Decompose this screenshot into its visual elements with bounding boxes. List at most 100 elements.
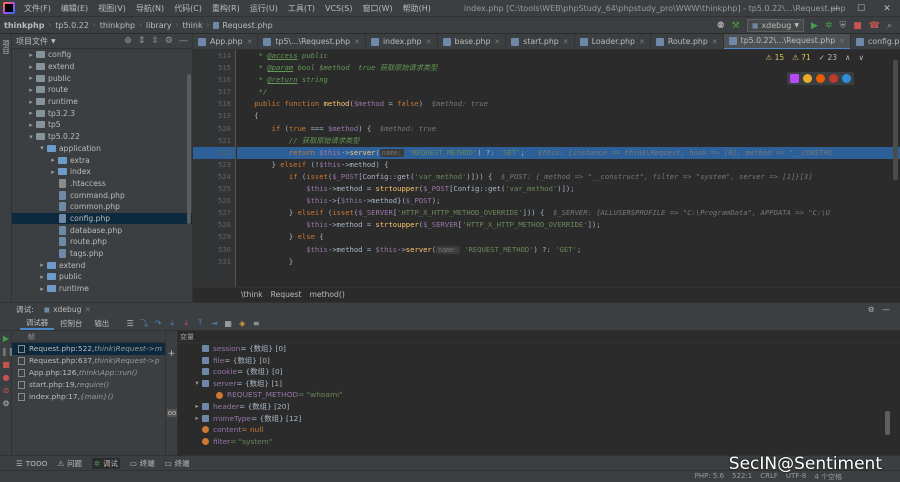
force-step-into-icon[interactable]: ⤓	[180, 318, 192, 329]
tree-item[interactable]: ▾ application	[12, 143, 192, 155]
code-line[interactable]: }	[237, 256, 900, 268]
code-crumb-class[interactable]: Request	[271, 290, 302, 299]
run-icon[interactable]: ▶	[811, 21, 818, 31]
chevron-icon[interactable]: ▸	[27, 86, 35, 94]
step-into-icon[interactable]: ⤓	[166, 318, 178, 329]
variable-row[interactable]: filter = "system"	[192, 436, 900, 448]
step-over-icon[interactable]: ↷	[152, 318, 164, 329]
code-line[interactable]: public function method($method = false) …	[237, 98, 900, 110]
close-tab-icon[interactable]: ✕	[494, 38, 500, 46]
line-number[interactable]: 520	[193, 123, 235, 135]
tree-item[interactable]: config.php	[12, 212, 192, 225]
chevron-up-icon[interactable]: ∧	[845, 53, 851, 62]
chevron-icon[interactable]: ▸	[49, 168, 57, 176]
stack-frame[interactable]: index.php:17, {main}()	[12, 391, 165, 403]
tree-item[interactable]: ▾ tp5.0.22	[12, 131, 192, 143]
coverage-icon[interactable]: ⛨	[839, 21, 846, 31]
close-tab-icon[interactable]: ✕	[247, 38, 253, 46]
line-number[interactable]: 518	[193, 98, 235, 110]
code-crumb-namespace[interactable]: \think	[241, 290, 263, 299]
close-tab-icon[interactable]: ✕	[426, 38, 432, 46]
line-number[interactable]: 527	[193, 207, 235, 219]
gear-icon[interactable]: ⚙	[1, 399, 11, 409]
code-line[interactable]: $this->method = $this->server(name: 'REQ…	[237, 244, 900, 256]
watch-icon[interactable]: ◈	[236, 318, 248, 329]
hide-icon[interactable]: —	[882, 305, 890, 314]
menu-view[interactable]: 视图(V)	[93, 3, 131, 14]
opera-icon[interactable]	[829, 74, 838, 83]
code-crumb-method[interactable]: method()	[310, 290, 345, 299]
object-view-icon[interactable]: oo	[167, 409, 177, 417]
line-number[interactable]: 516	[193, 74, 235, 86]
tree-item[interactable]: ▸ tp3.2.3	[12, 107, 192, 119]
variable-row[interactable]: ▸ mimeType = {数组} [12]	[192, 413, 900, 425]
line-number[interactable]: 530	[193, 244, 235, 256]
close-window-icon[interactable]: ✕	[874, 0, 900, 17]
code-line[interactable]: } else {	[237, 231, 900, 243]
editor-tab[interactable]: tp5.0.22\...\Request.php ✕	[723, 34, 852, 49]
line-number[interactable]: 519	[193, 110, 235, 122]
stack-frame[interactable]: Request.php:522, think\Request->m	[12, 343, 165, 355]
tree-item[interactable]: ▸ public	[12, 271, 192, 283]
code-line[interactable]: // 获取原始请求类型	[237, 135, 900, 147]
chevron-icon[interactable]: ▸	[27, 121, 35, 129]
code-line[interactable]: $this->{$this->method}($_POST);	[237, 195, 900, 207]
expand-icon[interactable]: ▸	[192, 401, 202, 413]
close-tab-icon[interactable]: ✕	[712, 38, 718, 46]
chevron-down-icon[interactable]: ∨	[859, 53, 865, 62]
settings-list-icon[interactable]: ≡	[250, 318, 262, 329]
line-number[interactable]: 529	[193, 231, 235, 243]
expand-icon[interactable]: ▾	[192, 378, 202, 390]
pause-icon[interactable]: ❚❚	[1, 347, 14, 357]
tree-item[interactable]: database.php	[12, 224, 192, 236]
tree-item[interactable]: ▸ extend	[12, 259, 192, 271]
menu-vcs[interactable]: VCS(S)	[320, 4, 357, 13]
mute-breakpoints-icon[interactable]: ⊘	[1, 386, 11, 396]
tool-debug[interactable]: ✲ 调试	[91, 457, 120, 469]
search-icon[interactable]: ⌕	[887, 21, 892, 31]
step-out-icon[interactable]: ⤒	[194, 318, 206, 329]
chevron-icon[interactable]: ▸	[27, 63, 35, 71]
tree-item[interactable]: ▸ runtime	[12, 96, 192, 108]
tree-item[interactable]: ▸ route	[12, 84, 192, 96]
editor-tab[interactable]: start.php ✕	[506, 34, 575, 49]
code-line[interactable]: if (isset($_POST[Config::get('var_method…	[237, 171, 900, 183]
stop-icon[interactable]: ■	[853, 21, 862, 31]
menu-file[interactable]: 文件(F)	[19, 3, 56, 14]
tool-todo[interactable]: ☰ TODO	[16, 459, 47, 468]
code-line[interactable]: return $this->server(name: 'REQUEST_METH…	[237, 146, 900, 159]
tree-item[interactable]: ▸ public	[12, 72, 192, 84]
breadcrumb-tp5[interactable]: tp5.0.22	[51, 21, 93, 30]
tree-item[interactable]: ▸ extra	[12, 154, 192, 166]
menu-edit[interactable]: 编辑(E)	[56, 3, 93, 14]
close-tab-icon[interactable]: ✕	[839, 37, 845, 45]
breadcrumb-thinkphp[interactable]: thinkphp	[96, 21, 139, 30]
tree-item[interactable]: ▸ extend	[12, 61, 192, 73]
breadcrumb-library[interactable]: library	[142, 21, 176, 30]
firefox-icon[interactable]	[816, 74, 825, 83]
expand-all-icon[interactable]: ⇕	[138, 36, 146, 46]
php-version[interactable]: PHP: 5.6	[695, 472, 724, 482]
stop-icon[interactable]: ■	[1, 360, 11, 370]
tool-terminal[interactable]: ▭ 终端	[130, 458, 155, 469]
close-tab-icon[interactable]: ✕	[639, 38, 645, 46]
close-icon[interactable]: ✕	[85, 305, 91, 314]
editor-tab[interactable]: base.php ✕	[438, 34, 507, 49]
variable-row[interactable]: file = {数组} [0]	[192, 355, 900, 367]
tab-console[interactable]: 控制台	[54, 318, 88, 329]
run-configuration-select[interactable]: ◼ xdebug ▼	[746, 19, 804, 32]
variable-row[interactable]: cookie = {数组} [0]	[192, 366, 900, 378]
variables-scrollbar[interactable]	[885, 411, 890, 435]
hide-icon[interactable]: —	[179, 36, 188, 46]
chevron-down-icon[interactable]: ▼	[51, 38, 56, 45]
editor-tab[interactable]: config.php✕	[851, 34, 900, 49]
inspection-widget[interactable]: ⚠ 15 ⚠ 71 ✓ 23 ∧ ∨	[765, 53, 864, 62]
code-line[interactable]: } elseif (!$this->method) {	[237, 159, 900, 171]
editor-tab[interactable]: Loader.php ✕	[575, 34, 651, 49]
line-number[interactable]: 526	[193, 195, 235, 207]
breadcrumb-project[interactable]: thinkphp	[0, 21, 48, 30]
menu-navigate[interactable]: 导航(N)	[131, 3, 169, 14]
tree-item[interactable]: .htaccess	[12, 178, 192, 190]
line-number[interactable]: 525	[193, 183, 235, 195]
line-number-gutter[interactable]: 514 515 516 517 518 519 520 521 522 523 524 525 526 5…	[193, 50, 236, 287]
